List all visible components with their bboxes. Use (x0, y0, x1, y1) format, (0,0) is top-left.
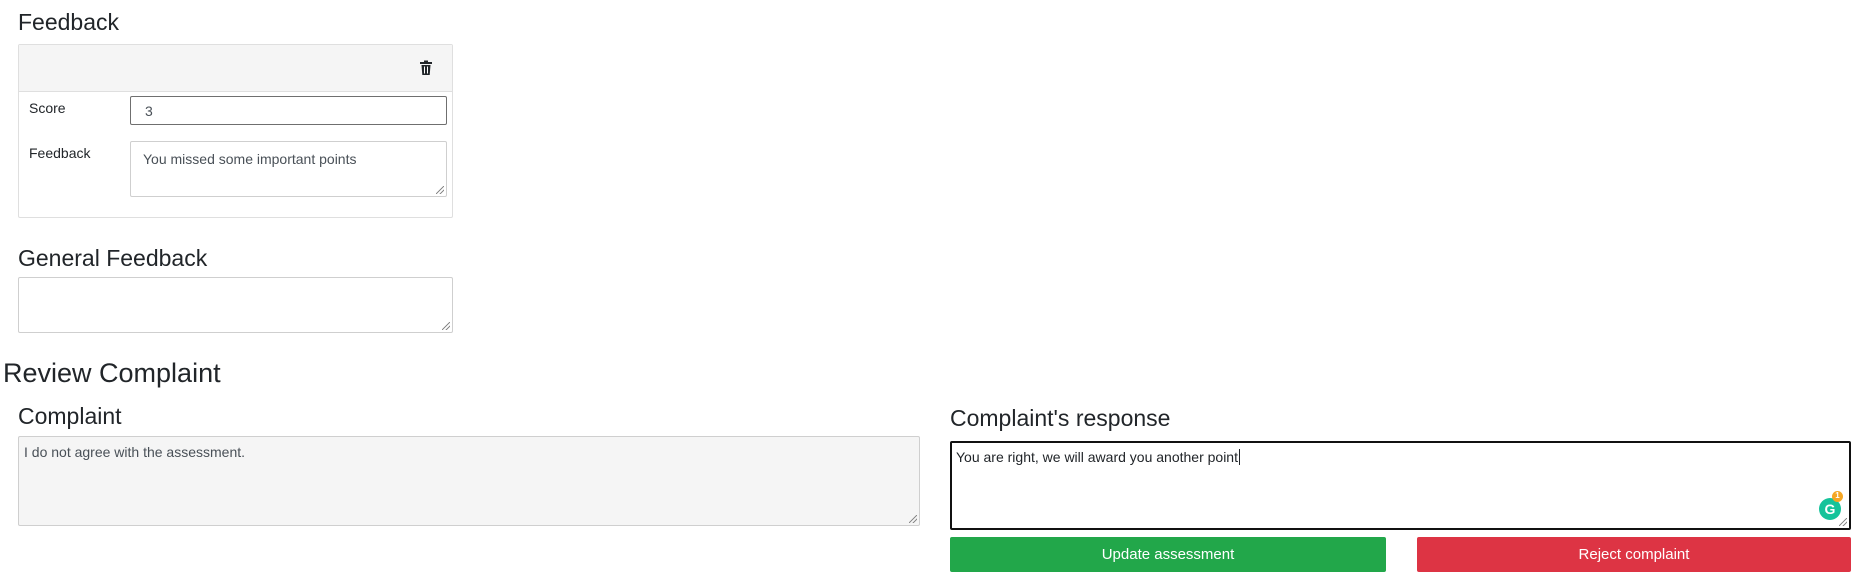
trash-icon[interactable] (418, 60, 434, 76)
complaint-text: I do not agree with the assessment. (24, 444, 246, 460)
feedback-card: Score 3 Feedback You missed some importa… (18, 44, 453, 218)
reject-complaint-button[interactable]: Reject complaint (1417, 537, 1851, 572)
score-input[interactable]: 3 (130, 96, 447, 125)
resize-handle-icon[interactable] (1839, 518, 1847, 526)
grammarly-badge: 1 (1832, 491, 1843, 502)
text-cursor (1238, 449, 1240, 465)
general-feedback-textarea[interactable] (18, 277, 453, 333)
response-textarea[interactable]: You are right, we will award you another… (950, 441, 1851, 530)
feedback-card-header (19, 45, 452, 92)
score-value: 3 (145, 102, 153, 119)
general-feedback-title: General Feedback (18, 245, 208, 271)
update-assessment-button[interactable]: Update assessment (950, 537, 1386, 572)
score-label: Score (29, 100, 66, 116)
response-text: You are right, we will award you another… (956, 449, 1238, 465)
resize-handle-icon[interactable] (909, 515, 917, 523)
review-complaint-title: Review Complaint (3, 358, 221, 388)
feedback-text: You missed some important points (143, 151, 357, 167)
complaint-title: Complaint (18, 403, 122, 429)
feedback-textarea[interactable]: You missed some important points (130, 141, 447, 197)
feedback-title: Feedback (18, 9, 120, 35)
resize-handle-icon[interactable] (442, 322, 450, 330)
complaint-textarea: I do not agree with the assessment. (18, 436, 920, 526)
response-title: Complaint's response (950, 405, 1171, 431)
feedback-label: Feedback (29, 145, 91, 161)
resize-handle-icon[interactable] (436, 186, 444, 194)
